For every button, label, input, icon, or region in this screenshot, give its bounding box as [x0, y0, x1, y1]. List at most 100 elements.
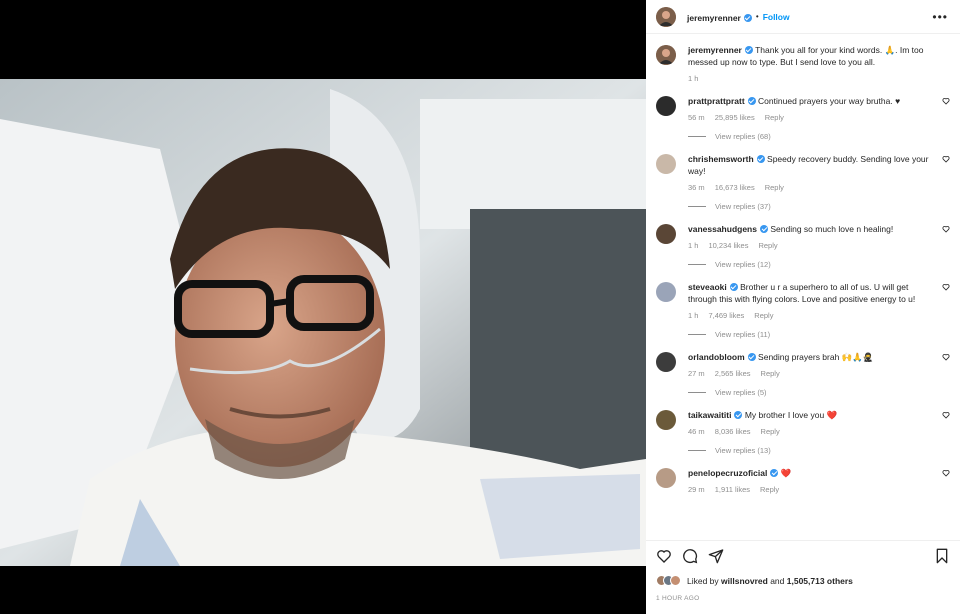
comment-time[interactable]: 29 m [688, 485, 705, 494]
caption: jeremyrenner Thank you all for your kind… [656, 44, 950, 83]
comment-time[interactable]: 46 m [688, 427, 705, 436]
comment-likes[interactable]: 2,565 likes [715, 369, 751, 378]
likes-summary: Liked by willsnovred and 1,505,713 other… [656, 575, 853, 586]
caption-username[interactable]: jeremyrenner [688, 45, 742, 55]
like-comment-heart-icon[interactable] [942, 411, 950, 419]
likes-prefix: Liked by [687, 575, 719, 586]
view-replies-button[interactable]: View replies (5) [688, 388, 950, 397]
comment-icon[interactable] [682, 548, 698, 564]
commenter-username[interactable]: penelopecruzoficial [688, 468, 767, 478]
verified-icon [744, 46, 753, 54]
more-options-icon[interactable]: ••• [932, 10, 948, 24]
commenter-username[interactable]: chrishemsworth [688, 154, 754, 164]
like-comment-heart-icon[interactable] [942, 283, 950, 291]
post-timestamp[interactable]: 1 HOUR AGO [656, 595, 699, 602]
divider-line [688, 264, 706, 265]
author-avatar[interactable] [656, 6, 676, 27]
comment-block: steveaoki Brother u r a superhero to all… [656, 281, 950, 339]
view-replies-label: View replies (12) [715, 260, 771, 269]
comment-likes[interactable]: 25,895 likes [715, 113, 755, 122]
comments-list: jeremyrenner Thank you all for your kind… [646, 34, 960, 494]
comment-block: orlandobloom Sending prayers brah 🙌🙏🥷 27… [656, 351, 950, 397]
comment-likes[interactable]: 8,036 likes [715, 427, 751, 436]
liker-username[interactable]: willsnovred [721, 576, 768, 586]
like-comment-heart-icon[interactable] [942, 225, 950, 233]
view-replies-button[interactable]: View replies (12) [688, 260, 950, 269]
verified-icon [747, 353, 756, 361]
like-comment-heart-icon[interactable] [942, 353, 950, 361]
commenter-username[interactable]: orlandobloom [688, 352, 745, 362]
comment-time[interactable]: 27 m [688, 369, 705, 378]
liker-avatar[interactable] [670, 575, 681, 586]
comment-block: taikawaititi My brother I love you ❤️ 46… [656, 409, 950, 455]
reply-button[interactable]: Reply [754, 311, 773, 320]
author-username[interactable]: jeremyrenner [687, 8, 752, 26]
commenter-username[interactable]: steveaoki [688, 282, 727, 292]
verified-icon [770, 469, 779, 477]
comment-text: Sending so much love n healing! [770, 224, 894, 234]
comment-time[interactable]: 56 m [688, 113, 705, 122]
view-replies-button[interactable]: View replies (37) [688, 202, 950, 211]
comment-time[interactable]: 36 m [688, 183, 705, 192]
bookmark-icon[interactable] [934, 548, 950, 564]
like-comment-heart-icon[interactable] [942, 469, 950, 477]
verified-icon [747, 97, 756, 105]
verified-icon [743, 13, 752, 22]
comment-text: Sending prayers brah 🙌🙏🥷 [758, 352, 874, 362]
reply-button[interactable]: Reply [760, 485, 779, 494]
share-icon[interactable] [708, 548, 724, 564]
commenter-username[interactable]: vanessahudgens [688, 224, 757, 234]
commenter-username[interactable]: taikawaititi [688, 410, 731, 420]
like-comment-heart-icon[interactable] [942, 155, 950, 163]
comment: chrishemsworth Speedy recovery buddy. Se… [656, 153, 950, 192]
commenter-avatar[interactable] [656, 224, 676, 244]
commenter-avatar[interactable] [656, 410, 676, 430]
avatar-image-icon [656, 45, 676, 65]
commenter-avatar[interactable] [656, 282, 676, 302]
view-replies-button[interactable]: View replies (13) [688, 446, 950, 455]
post-photo[interactable] [0, 79, 646, 566]
view-replies-button[interactable]: View replies (68) [688, 132, 950, 141]
caption-time[interactable]: 1 h [688, 74, 698, 83]
commenter-avatar[interactable] [656, 96, 676, 116]
reply-button[interactable]: Reply [758, 241, 777, 250]
commenter-avatar[interactable] [656, 468, 676, 488]
author-avatar[interactable] [656, 45, 676, 65]
divider-line [688, 136, 706, 137]
view-replies-label: View replies (37) [715, 202, 771, 211]
divider-line [688, 334, 706, 335]
reply-button[interactable]: Reply [765, 113, 784, 122]
comment-time[interactable]: 1 h [688, 311, 698, 320]
post-header: jeremyrenner • Follow ••• [646, 0, 960, 34]
divider-line [688, 450, 706, 451]
comment-likes[interactable]: 1,911 likes [715, 485, 750, 494]
reply-button[interactable]: Reply [761, 369, 780, 378]
view-replies-label: View replies (11) [715, 330, 771, 339]
like-comment-heart-icon[interactable] [942, 97, 950, 105]
comment: steveaoki Brother u r a superhero to all… [656, 281, 950, 320]
reply-button[interactable]: Reply [761, 427, 780, 436]
commenter-avatar[interactable] [656, 352, 676, 372]
comment-likes[interactable]: 10,234 likes [708, 241, 748, 250]
comment-time[interactable]: 1 h [688, 241, 698, 250]
comment-text: Continued prayers your way brutha. ♥ [758, 96, 901, 106]
likes-mid: and [770, 575, 785, 586]
commenter-avatar[interactable] [656, 154, 676, 174]
likes-count[interactable]: 1,505,713 others [787, 576, 853, 586]
verified-icon [756, 155, 765, 163]
heart-icon[interactable] [656, 548, 672, 564]
view-replies-label: View replies (68) [715, 132, 771, 141]
comment-text: My brother I love you ❤️ [744, 410, 838, 420]
commenter-username[interactable]: prattprattpratt [688, 96, 745, 106]
separator-dot: • [755, 12, 759, 21]
verified-icon [734, 411, 743, 419]
post-media [0, 0, 646, 614]
verified-icon [759, 225, 768, 233]
follow-button[interactable]: Follow [763, 12, 790, 22]
view-replies-button[interactable]: View replies (11) [688, 330, 950, 339]
reply-button[interactable]: Reply [765, 183, 784, 192]
comment-block: penelopecruzoficial ❤️ 29 m 1,911 likes … [656, 467, 950, 494]
view-replies-label: View replies (5) [715, 388, 767, 397]
comment-likes[interactable]: 16,673 likes [715, 183, 755, 192]
comment-likes[interactable]: 7,469 likes [708, 311, 744, 320]
